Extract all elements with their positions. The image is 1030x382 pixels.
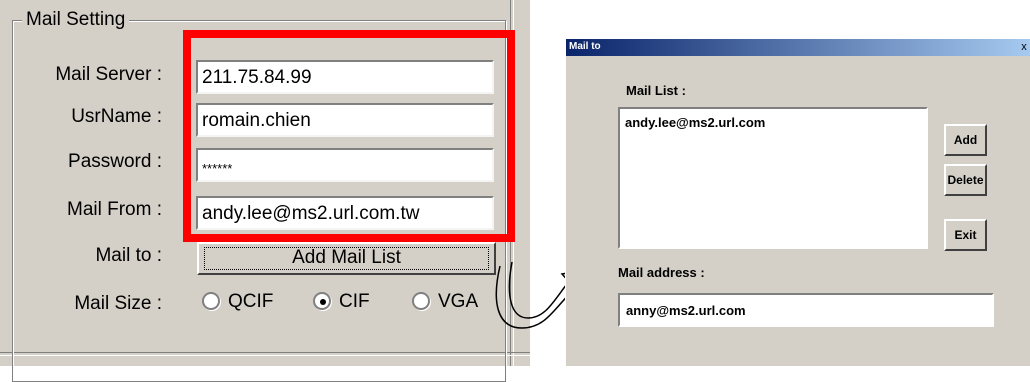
dialog-title: Mail to — [569, 41, 601, 52]
exit-button-label: Exit — [954, 228, 977, 242]
add-mail-list-button[interactable]: Add Mail List — [197, 242, 496, 275]
mail-address-label: Mail address : — [618, 265, 705, 280]
mail-from-label: Mail From : — [67, 199, 162, 220]
highlight-box — [183, 30, 515, 242]
radio-cif-label: CIF — [339, 291, 370, 312]
password-label: Password : — [68, 151, 162, 172]
mail-server-label: Mail Server : — [55, 64, 162, 85]
mail-to-dialog: Mail to x Mail List : andy.lee@ms2.url.c… — [565, 39, 1030, 366]
mail-setting-title: Mail Setting — [22, 8, 130, 32]
dialog-titlebar: Mail to x — [566, 39, 1030, 56]
delete-button[interactable]: Delete — [944, 164, 987, 196]
radio-selected-dot — [320, 299, 326, 305]
exit-button[interactable]: Exit — [944, 219, 987, 251]
radio-circle — [202, 292, 220, 310]
close-icon[interactable]: x — [1019, 40, 1029, 54]
mail-list-label: Mail List : — [626, 83, 686, 98]
mail-setting-panel: Mail Setting Mail Server : 211.75.84.99 … — [0, 0, 530, 382]
radio-qcif-label: QCIF — [228, 291, 274, 312]
list-item[interactable]: andy.lee@ms2.url.com — [625, 115, 765, 130]
delete-button-label: Delete — [947, 173, 984, 187]
add-mail-list-label: Add Mail List — [292, 247, 401, 268]
radio-circle — [412, 292, 430, 310]
mail-address-value: anny@ms2.url.com — [626, 303, 746, 318]
mail-list-box[interactable]: andy.lee@ms2.url.com — [618, 107, 928, 249]
mail-size-label: Mail Size : — [74, 293, 162, 314]
username-label: UsrName : — [71, 106, 162, 127]
radio-circle — [313, 292, 331, 310]
mail-address-field[interactable]: anny@ms2.url.com — [618, 293, 994, 327]
mail-to-label: Mail to : — [95, 245, 162, 266]
add-button[interactable]: Add — [944, 124, 987, 156]
add-button-label: Add — [953, 133, 978, 147]
